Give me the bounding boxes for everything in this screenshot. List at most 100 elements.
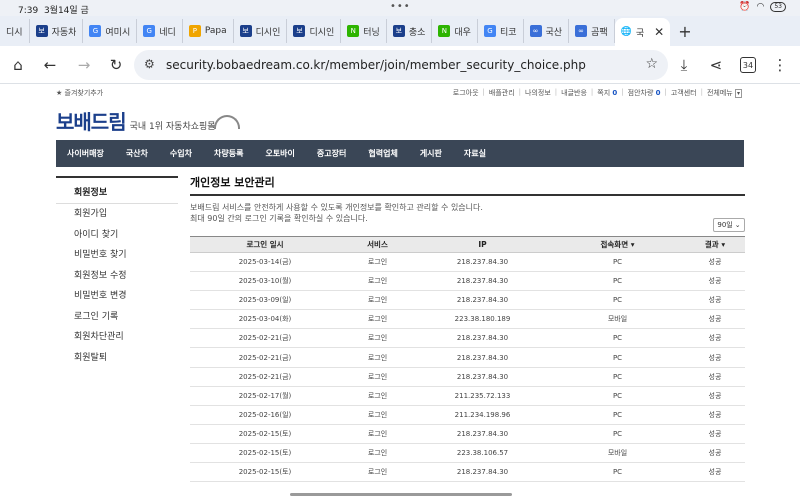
tab-favicon-icon: G — [483, 25, 496, 37]
column-header[interactable]: 접속화면 ▾ — [550, 236, 685, 253]
browser-tab[interactable]: G 여미시 — [83, 19, 138, 43]
browser-tab[interactable]: G 네디 — [137, 19, 183, 43]
add-favorite-link[interactable]: ★ 즐겨찾기추가 — [56, 88, 103, 98]
tab-title: 국산 — [545, 27, 563, 38]
download-icon[interactable]: ⤓ — [674, 55, 694, 75]
table-row: 2025-02-15(토) 로그인 218.237.84.30 PC 성공 — [190, 424, 745, 444]
tab-favicon-icon: N — [347, 25, 360, 37]
table-cell: 로그인 — [340, 252, 415, 273]
bookmark-star-icon[interactable]: ☆ — [645, 56, 658, 72]
nav-item[interactable]: 사이버매장 — [56, 140, 115, 167]
browser-tab[interactable]: 보 자동차 — [30, 19, 84, 43]
nav-item[interactable]: 협력업체 — [357, 140, 408, 167]
table-cell: 성공 — [685, 367, 745, 387]
share-icon[interactable]: ⋖ — [706, 55, 726, 75]
nav-item[interactable]: 차량등록 — [203, 140, 254, 167]
utility-link[interactable]: 전체메뉴 ▾ — [707, 88, 742, 98]
table-cell: 로그인 — [340, 405, 415, 425]
nav-item[interactable]: 게시판 — [409, 140, 453, 167]
table-cell: 로그인 — [340, 424, 415, 444]
sidebar-item[interactable]: 아이디 찾기 — [56, 225, 178, 246]
browser-tab[interactable]: G 티코 — [478, 19, 524, 43]
new-tab-button[interactable]: + — [678, 22, 691, 41]
browser-tab[interactable]: P Papa — [183, 19, 234, 43]
address-bar[interactable]: ⚙ security.bobaedream.co.kr/member/join/… — [134, 50, 668, 80]
browser-tab[interactable]: ∞ 국산 — [524, 19, 570, 43]
table-cell: PC — [550, 424, 685, 444]
utility-link[interactable]: 내글반응 — [561, 88, 587, 98]
utility-link[interactable]: 나의정보 — [525, 88, 551, 98]
nav-item[interactable]: 중고장터 — [306, 140, 357, 167]
back-icon[interactable]: ← — [40, 55, 60, 75]
status-bar: 7:39 3월14일 금 ••• ⏰ ◠ 53 — [0, 0, 800, 16]
table-row: 2025-02-17(월) 로그인 211.235.72.133 PC 성공 — [190, 386, 745, 406]
utility-link[interactable]: 쪽지 0 — [597, 88, 617, 98]
table-cell: 2025-02-15(토) — [190, 424, 340, 444]
nav-item[interactable]: 수입차 — [159, 140, 203, 167]
utility-link[interactable]: 점안차량 0 — [628, 88, 661, 98]
browser-tab[interactable]: 보 디시인 — [234, 19, 288, 43]
site-logo[interactable]: 보배드림 국내 1위 자동차쇼핑몰 — [56, 106, 240, 135]
table-cell: 2025-02-17(월) — [190, 386, 340, 406]
window-handle[interactable]: ••• — [390, 1, 411, 12]
sidebar-item[interactable]: 회원가입 — [56, 204, 178, 225]
home-icon[interactable]: ⌂ — [8, 55, 28, 75]
divider: | — [554, 88, 558, 96]
forward-icon[interactable]: → — [74, 55, 94, 75]
nav-item[interactable]: 국산차 — [115, 140, 159, 167]
tab-favicon-icon: ∞ — [529, 25, 542, 37]
table-row: 2025-03-04(화) 로그인 223.38.180.189 모바일 성공 — [190, 309, 745, 330]
main-navigation: 사이버매장 국산차 수입차 차량등록 오토바이 중고장터 협력업체 게시판 자료실 — [56, 140, 744, 167]
sidebar-item[interactable]: 회원정보 수정 — [56, 266, 178, 287]
table-cell: 로그인 — [340, 328, 415, 349]
tab-switcher-button[interactable]: 34 — [738, 55, 758, 75]
table-cell: 모바일 — [550, 309, 685, 330]
table-cell: PC — [550, 405, 685, 425]
column-header[interactable]: 결과 ▾ — [685, 236, 745, 253]
browser-tab[interactable]: 보 디시인 — [287, 19, 342, 43]
table-cell: 로그인 — [340, 367, 415, 387]
table-cell: 2025-03-14(금) — [190, 252, 340, 273]
sidebar-item[interactable]: 회원차단관리 — [56, 327, 178, 348]
sidebar-item[interactable]: 회원탈퇴 — [56, 348, 178, 369]
site-info-icon[interactable]: ⚙ — [144, 57, 155, 71]
tab-title: 디시인 — [309, 27, 335, 38]
sidebar-item[interactable]: 로그인 기록 — [56, 307, 178, 328]
tab-title: 대우 — [454, 27, 471, 38]
utility-link[interactable]: 로그아웃 — [453, 88, 479, 98]
browser-tab[interactable]: ∞ 곰팩 — [569, 19, 615, 43]
home-indicator[interactable] — [290, 493, 512, 496]
browser-tab[interactable]: 보 충소 — [387, 19, 433, 43]
utility-link[interactable]: 고객센터 — [671, 88, 697, 98]
tab-strip: 디시 보 자동차 G 여미시 G 네디 P Papa 보 디시인 보 디시인 N 터닝 보 충소 N 대우 G 티코 ∞ 국… — [0, 16, 800, 46]
sidebar-item[interactable]: 비밀번호 찾기 — [56, 245, 178, 266]
table-cell: PC — [550, 271, 685, 292]
chevron-down-icon: ⌄ — [734, 221, 741, 229]
browser-tab[interactable]: N 대우 — [432, 19, 478, 43]
table-cell: 223.38.180.189 — [415, 309, 550, 330]
close-tab-icon[interactable]: ✕ — [654, 25, 664, 39]
table-cell: 로그인 — [340, 462, 415, 483]
url-text[interactable]: security.bobaedream.co.kr/member/join/me… — [166, 58, 586, 72]
table-cell: 성공 — [685, 462, 745, 483]
menu-kebab-icon[interactable]: ⋮ — [770, 55, 790, 75]
table-cell: 성공 — [685, 347, 745, 368]
sidebar-item[interactable]: 비밀번호 변경 — [56, 286, 178, 307]
table-row: 2025-03-09(일) 로그인 218.237.84.30 PC 성공 — [190, 290, 745, 311]
tab-title: 터닝 — [363, 27, 380, 38]
reload-icon[interactable]: ↻ — [106, 55, 126, 75]
column-header: 서비스 — [340, 236, 415, 253]
table-cell: 로그인 — [340, 309, 415, 330]
nav-item[interactable]: 오토바이 — [254, 140, 305, 167]
tab-favicon-icon: G — [89, 25, 102, 37]
browser-tab[interactable]: N 터닝 — [341, 19, 387, 43]
table-cell: 성공 — [685, 290, 745, 311]
browser-tab[interactable]: 디시 — [0, 19, 30, 43]
period-select[interactable]: 90일 ⌄ — [713, 218, 745, 232]
column-header: 로그인 일시 — [190, 236, 340, 253]
utility-link[interactable]: 배플관리 — [489, 88, 515, 98]
browser-tab-active[interactable]: 🌐 국 ✕ — [614, 18, 671, 46]
divider: | — [700, 88, 703, 96]
tab-favicon-icon: 보 — [239, 25, 252, 37]
nav-item[interactable]: 자료실 — [453, 140, 497, 167]
